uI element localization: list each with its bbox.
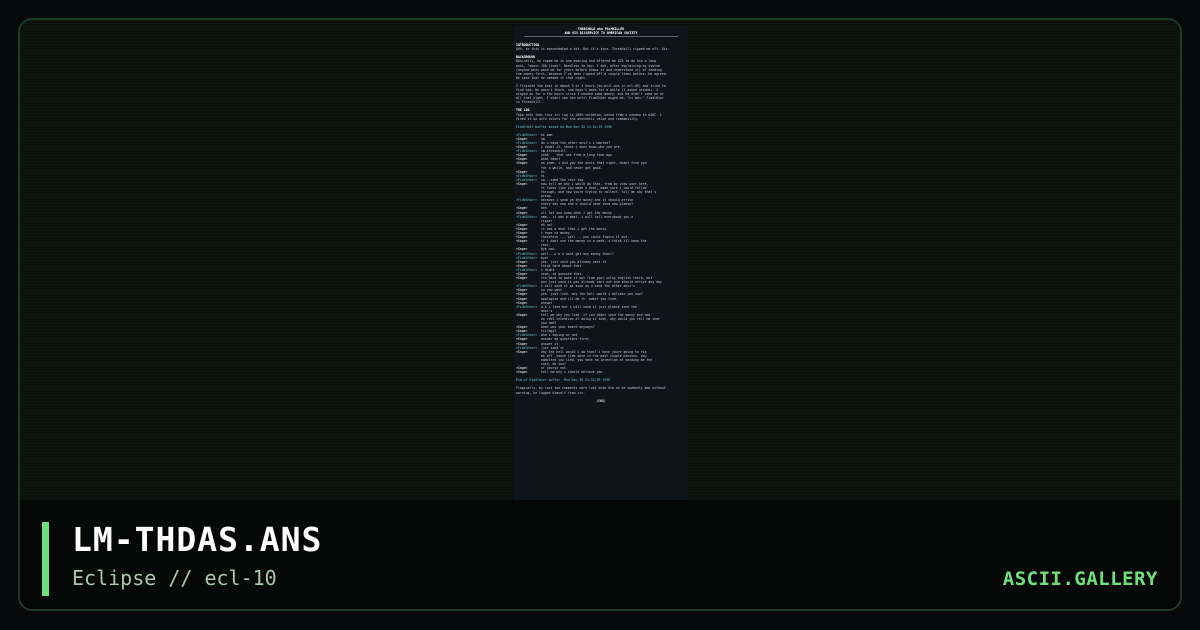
irc-nick: <Sage> (516, 370, 528, 375)
log-intro-line: Take note that this irc log is 100% verb… (516, 112, 662, 117)
irc-message: if i dont see the money in a week, i thi… (540, 239, 647, 244)
irc-message: no real intention of doing it soon, why … (540, 317, 660, 321)
irc-message: tell me why i should believe you. (540, 370, 605, 375)
background-paragraph-1: Basically, he roped me in one evening an… (516, 59, 686, 79)
irc-message: every day now and u should send them now… (540, 202, 634, 207)
file-title: LM-THDAS.ANS (72, 520, 323, 559)
artwork-frame: THRESHOLD aka PALMKILLER AND HIS DISSERV… (18, 18, 1182, 611)
artwork-divider (524, 36, 678, 38)
irc-nick: <Sage> (516, 161, 528, 166)
closing-line: Tragically, my last two comments were lo… (516, 386, 666, 391)
site-brand[interactable]: ASCII.GALLERY (1003, 568, 1158, 590)
irc-message: for a while, and never got paid. (540, 165, 603, 170)
irc-message: well...u'n u wont get any money then!! (540, 251, 614, 256)
log-intro: Take note that this irc log is 100% verb… (516, 113, 686, 121)
irc-log: <FiddlHier> hi man <Sage> um. <FiddlHier> do … (516, 133, 686, 375)
background-paragraph-2: I finished the ansi in about 3 or 4 hour… (516, 84, 686, 104)
intro-text: Ohh, so this is exacerbated a bit. But i… (516, 47, 670, 52)
irc-message: umm...it was a deal..i will tell everybo… (540, 214, 634, 219)
ansi-artwork-preview[interactable]: THRESHOLD aka PALMKILLER AND HIS DISSERV… (514, 25, 688, 502)
accent-stripe (42, 522, 49, 596)
irc-message: o.k i lied but i will send it just pleas… (540, 304, 637, 309)
irc-message: through, and now youre trying to collect… (540, 190, 657, 195)
artwork-heading-2: AND HIS DISSERVICE TO AMERICAN SOCIETY (564, 31, 638, 36)
info-bar: LM-THDAS.ANS Eclipse // ecl-10 ASCII.GAL… (20, 500, 1180, 609)
end-marker: (END) (596, 398, 606, 403)
closing-paragraph: Tragically, my last two comments were lo… (516, 386, 686, 394)
gallery-card: THRESHOLD aka PALMKILLER AND HIS DISSERV… (0, 0, 1200, 630)
pack-subtitle: Eclipse // ecl-10 (72, 566, 277, 590)
